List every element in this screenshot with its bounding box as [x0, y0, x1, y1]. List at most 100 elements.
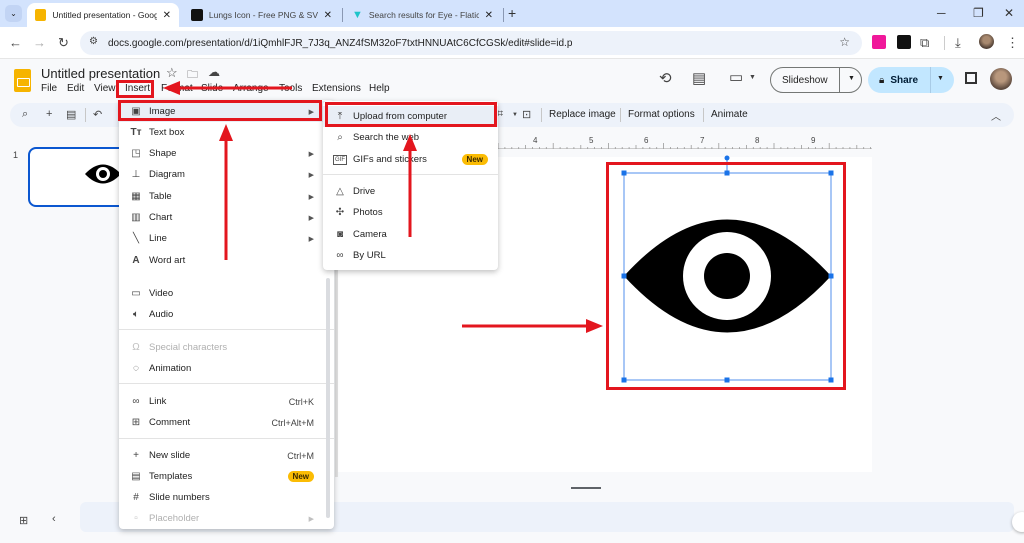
collapse-filmstrip-icon[interactable]: ‹: [52, 513, 56, 525]
close-tab-icon[interactable]: ✕: [163, 10, 171, 21]
insert-menu-word-art[interactable]: A Word art: [119, 250, 334, 271]
star-icon[interactable]: ☆: [166, 65, 178, 81]
insert-menu-line[interactable]: ╲ Line ▶: [119, 228, 334, 249]
new-tab-button[interactable]: +: [508, 5, 516, 21]
format-options-button[interactable]: Format options: [628, 109, 695, 120]
mask-dropdown-icon[interactable]: ▼: [512, 112, 518, 118]
tab-untitled-presentation[interactable]: Untitled presentation - Google ✕: [27, 3, 179, 27]
side-panel-expand-button[interactable]: [1012, 512, 1024, 532]
meet-camera-icon[interactable]: ▭: [729, 68, 743, 86]
insert-menu-comment[interactable]: ⊞ Comment Ctrl+Alt+M: [119, 412, 334, 433]
bookmark-star-icon[interactable]: ☆: [839, 35, 850, 49]
dark-favicon-icon: [191, 9, 203, 21]
extensions-puzzle-icon[interactable]: ⧉: [920, 35, 929, 51]
rotate-handle[interactable]: [724, 155, 730, 161]
version-history-icon[interactable]: ⟲: [659, 69, 672, 87]
extension-dollar-icon[interactable]: [872, 35, 886, 49]
browser-menu-icon[interactable]: ⋮: [1006, 35, 1019, 51]
insert-menu-slide-numbers[interactable]: # Slide numbers: [119, 487, 334, 508]
undo-icon[interactable]: ↶: [93, 108, 102, 121]
image-submenu-photos[interactable]: ✣ Photos: [323, 202, 498, 223]
extension-dark-icon[interactable]: [897, 35, 911, 49]
slideshow-dropdown-icon[interactable]: ▼: [848, 75, 855, 82]
reload-button[interactable]: ↻: [58, 35, 69, 51]
replace-image-button[interactable]: Replace image: [549, 109, 616, 120]
insert-menu-shape[interactable]: ◳ Shape ▶: [119, 143, 334, 164]
insert-menu-diagram[interactable]: ⊥ Diagram ▶: [119, 164, 334, 185]
collapse-toolbar-icon[interactable]: ︿: [991, 108, 1001, 123]
menu-help[interactable]: Help: [369, 83, 390, 94]
lock-icon: 🔒︎: [879, 74, 885, 86]
toolbar-divider: [620, 108, 621, 122]
toolbar-divider: [85, 108, 86, 122]
insert-menu-new-slide[interactable]: + New slide Ctrl+M: [119, 445, 334, 466]
animate-button[interactable]: Animate: [711, 109, 748, 120]
submenu-arrow-icon: ▶: [308, 171, 314, 179]
restore-button[interactable]: ❐: [973, 6, 984, 20]
annotation-box-image: [606, 162, 846, 390]
menu-divider: [119, 329, 334, 330]
close-tab-icon[interactable]: ✕: [485, 10, 493, 21]
menu-format[interactable]: Format: [161, 83, 193, 94]
insert-menu-animation[interactable]: ◌ Animation: [119, 358, 334, 379]
insert-menu-text-box[interactable]: Tт Text box: [119, 122, 334, 143]
video-icon: ▭: [131, 288, 141, 299]
image-submenu-gifs-and-stickers[interactable]: GIF GIFs and stickers New: [323, 149, 498, 170]
menu-file[interactable]: File: [41, 83, 57, 94]
share-dropdown-icon[interactable]: ▼: [937, 75, 944, 82]
insert-menu-video[interactable]: ▭ Video: [119, 283, 334, 304]
insert-menu-link[interactable]: ∞ Link Ctrl+K: [119, 391, 334, 412]
comments-icon[interactable]: ▤: [692, 69, 706, 87]
image-submenu-drive[interactable]: △ Drive: [323, 181, 498, 202]
tab-search-button[interactable]: ⌄: [5, 5, 22, 22]
menu-slide[interactable]: Slide: [201, 83, 223, 94]
sidepanel-toggle-icon[interactable]: [965, 72, 977, 84]
downloads-icon[interactable]: ⤓: [955, 35, 961, 51]
meet-dropdown-icon[interactable]: ▼: [749, 74, 756, 81]
tab-lungs-icon[interactable]: Lungs Icon - Free PNG & SVG 7 ✕: [183, 3, 340, 27]
new-badge: New: [461, 154, 488, 165]
back-button[interactable]: ←: [9, 35, 22, 50]
menu-view[interactable]: View: [94, 83, 116, 94]
menu-scrollbar[interactable]: [326, 278, 330, 518]
menu-extensions[interactable]: Extensions: [312, 83, 361, 94]
menu-edit[interactable]: Edit: [67, 83, 84, 94]
document-title[interactable]: Untitled presentation: [41, 66, 160, 81]
minimize-button[interactable]: ─: [937, 6, 946, 20]
cloud-status-icon[interactable]: ☁: [208, 65, 220, 79]
image-submenu-camera[interactable]: ◙ Camera: [323, 224, 498, 245]
grid-view-icon[interactable]: ⊞: [19, 514, 28, 527]
insert-menu-audio[interactable]: 🔈︎ Audio: [119, 304, 334, 325]
layout-icon[interactable]: ▤: [66, 108, 76, 121]
search-icon: ⌕: [337, 132, 343, 143]
close-window-button[interactable]: ✕: [1004, 6, 1014, 20]
share-button[interactable]: 🔒︎ Share ▼: [868, 67, 954, 93]
menu-arrange[interactable]: Arrange: [233, 83, 269, 94]
menu-tools[interactable]: Tools: [279, 83, 302, 94]
flaticon-favicon-icon: ▼: [352, 9, 363, 21]
tab-flaticon-search[interactable]: ▼ Search results for Eye - Flaticon ✕: [344, 3, 501, 27]
browser-toolbar: ← → ↻ ⚙ docs.google.com/presentation/d/1…: [0, 27, 1024, 59]
share-divider: [930, 67, 931, 93]
account-avatar[interactable]: [990, 68, 1012, 90]
forward-button[interactable]: →: [33, 35, 46, 50]
ruler-label: 4: [533, 136, 538, 145]
search-menus-icon[interactable]: ⌕: [22, 108, 28, 121]
close-tab-icon[interactable]: ✕: [324, 10, 332, 21]
new-slide-icon[interactable]: +: [46, 108, 52, 120]
image-submenu-by-url[interactable]: ∞ By URL: [323, 245, 498, 266]
reset-image-icon[interactable]: ⊡: [522, 108, 531, 121]
image-submenu-search-the-web[interactable]: ⌕ Search the web: [323, 127, 498, 148]
placeholder-icon: ▫: [134, 513, 138, 524]
slides-logo-icon[interactable]: [14, 69, 31, 92]
menu-divider: [323, 174, 498, 175]
insert-menu-chart[interactable]: ▥ Chart ▶: [119, 207, 334, 228]
site-settings-icon[interactable]: ⚙: [89, 36, 98, 47]
insert-menu-table[interactable]: ▦ Table ▶: [119, 186, 334, 207]
notes-resize-handle[interactable]: [571, 487, 601, 489]
profile-avatar[interactable]: [979, 34, 994, 49]
insert-menu-templates[interactable]: ▤ Templates New: [119, 466, 334, 487]
slideshow-button[interactable]: Slideshow ▼: [770, 67, 862, 93]
comment-icon: ⊞: [131, 417, 141, 428]
address-bar[interactable]: ⚙ docs.google.com/presentation/d/1iQmhlF…: [80, 31, 862, 55]
